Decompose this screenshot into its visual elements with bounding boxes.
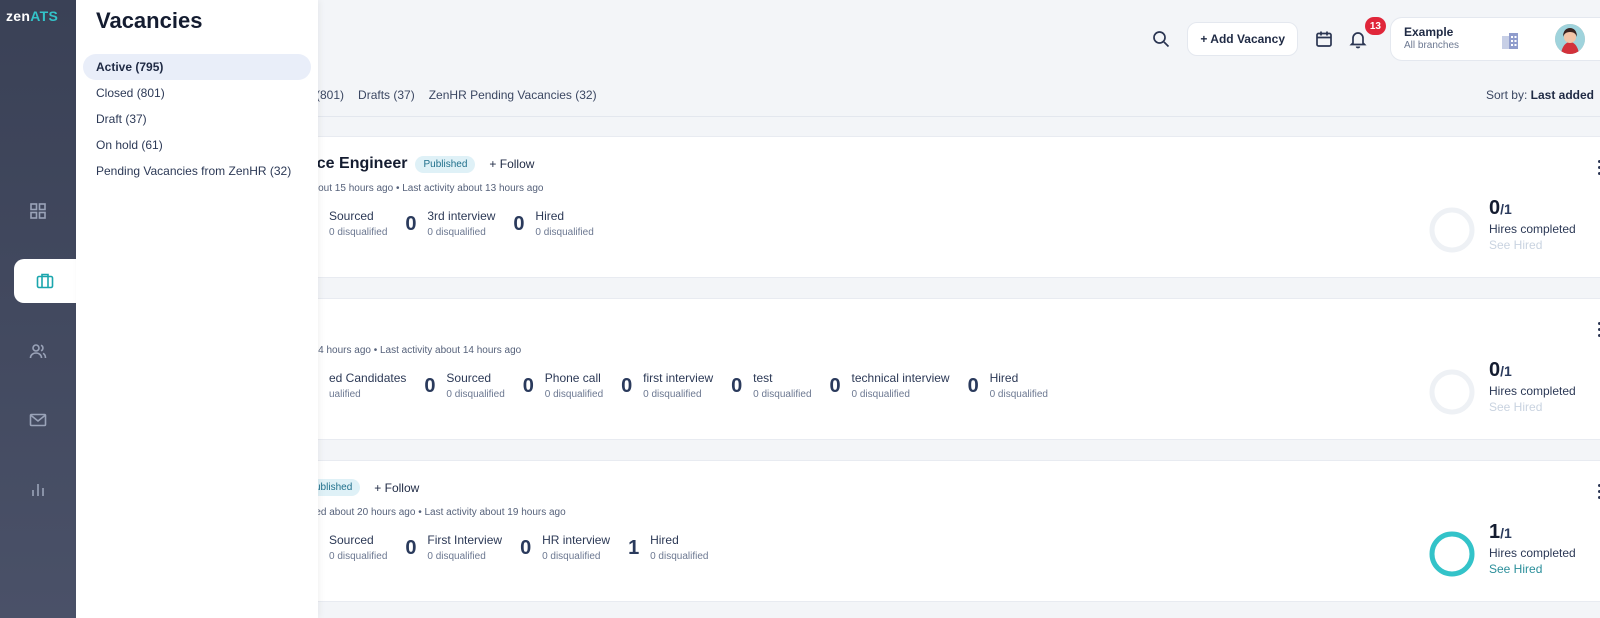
see-hired-link[interactable]: See Hired [1489, 400, 1576, 414]
more-options-icon[interactable] [1589, 481, 1600, 501]
hires-progress-ring [1429, 369, 1475, 415]
vacancy-card[interactable]: nce Engineer Published + Follow about 15… [296, 136, 1600, 278]
reports-icon [32, 484, 44, 496]
reports-nav[interactable] [0, 468, 76, 512]
hires-label: Hires completed [1489, 384, 1576, 398]
panel-title: Vacancies [96, 8, 203, 33]
dashboard-icon [30, 203, 46, 219]
see-hired-link[interactable]: See Hired [1489, 238, 1576, 252]
company-branches: All branches [1404, 40, 1460, 51]
menu-item-on-hold[interactable]: On hold (61) [83, 132, 311, 158]
user-avatar[interactable] [1555, 24, 1585, 54]
hires-summary: 0/1 Hires completed See Hired [1489, 197, 1576, 252]
vacancy-meta: : 14 hours ago • Last activity about 14 … [307, 345, 522, 356]
more-options-icon[interactable] [1589, 157, 1600, 177]
hired-target: /1 [1500, 363, 1512, 379]
hires-progress-ring [1429, 207, 1475, 253]
dashboard-nav[interactable] [0, 189, 76, 233]
hires-summary: 0/1 Hires completed See Hired [1489, 359, 1576, 414]
people-icon [29, 344, 47, 359]
hired-target: /1 [1500, 201, 1512, 217]
more-options-icon[interactable] [1589, 319, 1600, 339]
topbar: + Add Vacancy 13 Example All branches [1147, 17, 1600, 61]
tab-zenhr-pending[interactable]: ZenHR Pending Vacancies (32) [429, 88, 597, 102]
add-vacancy-button[interactable]: + Add Vacancy [1187, 22, 1298, 56]
menu-item-closed[interactable]: Closed (801) [83, 80, 311, 106]
vacancy-meta: about 15 hours ago • Last activity about… [307, 183, 544, 194]
pipeline-stages: ed Candidates ualified 0 Sourced 0 disquali… [307, 371, 1066, 400]
menu-item-draft[interactable]: Draft (37) [83, 106, 311, 132]
building-icon [1499, 30, 1521, 57]
vacancy-title-row: ublished + Follow [307, 479, 419, 496]
vacancies-menu-panel: Vacancies Active (795) Closed (801) Draf… [76, 0, 318, 618]
vacancy-meta: ated about 20 hours ago • Last activity … [307, 507, 566, 518]
mail-icon [29, 413, 47, 427]
stage[interactable]: 0 Hired 0 disqualified [968, 371, 1048, 400]
hired-count: 0 [1489, 197, 1501, 219]
hired-count: 0 [1489, 359, 1501, 381]
stage[interactable]: Sourced 0 disqualified [307, 209, 387, 238]
search-icon [1153, 31, 1170, 48]
follow-button[interactable]: + Follow [374, 481, 419, 495]
menu-item-pending-zenhr[interactable]: Pending Vacancies from ZenHR (32) [83, 158, 311, 184]
mail-nav[interactable] [0, 398, 76, 442]
follow-button[interactable]: + Follow [489, 157, 534, 171]
stage[interactable]: 0 Phone call 0 disqualified [523, 371, 603, 400]
stage[interactable]: 0 first interview 0 disqualified [621, 371, 713, 400]
search-button[interactable] [1147, 25, 1175, 53]
stage[interactable]: 0 Sourced 0 disqualified [424, 371, 504, 400]
pipeline-stages: Sourced 0 disqualified 0 First Interview 0 … [307, 533, 726, 562]
hired-target: /1 [1500, 525, 1512, 541]
hires-label: Hires completed [1489, 222, 1576, 236]
stage[interactable]: 0 3rd interview 0 disqualified [405, 209, 495, 238]
vacancy-title-row: nce Engineer Published + Follow [307, 155, 534, 173]
app-logo[interactable]: zenATS [6, 8, 58, 24]
calendar-button[interactable] [1310, 25, 1338, 53]
candidates-nav[interactable] [0, 329, 76, 373]
vacancies-nav[interactable] [14, 259, 76, 303]
company-name: Example [1404, 25, 1454, 39]
notification-count-badge: 13 [1364, 17, 1386, 35]
vacancy-title[interactable]: nce Engineer [307, 155, 407, 173]
stage[interactable]: 1 Hired 0 disqualified [628, 533, 708, 562]
hires-label: Hires completed [1489, 546, 1576, 560]
hires-summary: 1/1 Hires completed See Hired [1489, 521, 1576, 576]
stage[interactable]: 0 Hired 0 disqualified [513, 209, 593, 238]
hired-count: 1 [1489, 521, 1501, 543]
vacancy-card[interactable]: ublished + Follow ated about 20 hours ag… [296, 460, 1600, 602]
stage[interactable]: 0 First Interview 0 disqualified [405, 533, 502, 562]
tab-drafts[interactable]: Drafts (37) [358, 88, 415, 102]
menu-item-active[interactable]: Active (795) [83, 54, 311, 80]
vacancy-card[interactable]: : 14 hours ago • Last activity about 14 … [296, 298, 1600, 440]
status-badge: Published [415, 155, 476, 173]
bell-icon [1349, 32, 1367, 49]
company-switcher[interactable]: Example All branches [1390, 17, 1600, 61]
briefcase-icon [36, 273, 54, 289]
notifications-button[interactable]: 13 [1344, 17, 1386, 53]
see-hired-link[interactable]: See Hired [1489, 562, 1576, 576]
vacancy-tabs: d (801) Drafts (37) ZenHR Pending Vacanc… [306, 88, 597, 102]
calendar-icon [1316, 31, 1332, 47]
left-rail: zenATS [0, 0, 76, 618]
stage[interactable]: Sourced 0 disqualified [307, 533, 387, 562]
sort-dropdown[interactable]: Sort by: Last added [1486, 88, 1594, 102]
stage[interactable]: ed Candidates ualified [307, 371, 406, 400]
stage[interactable]: 0 HR interview 0 disqualified [520, 533, 610, 562]
stage[interactable]: 0 technical interview 0 disqualified [830, 371, 950, 400]
stage[interactable]: 0 test 0 disqualified [731, 371, 811, 400]
pipeline-stages: Sourced 0 disqualified 0 3rd interview 0 di… [307, 209, 612, 238]
hires-progress-ring [1429, 531, 1475, 577]
vacancy-status-menu: Active (795) Closed (801) Draft (37) On … [83, 54, 311, 184]
